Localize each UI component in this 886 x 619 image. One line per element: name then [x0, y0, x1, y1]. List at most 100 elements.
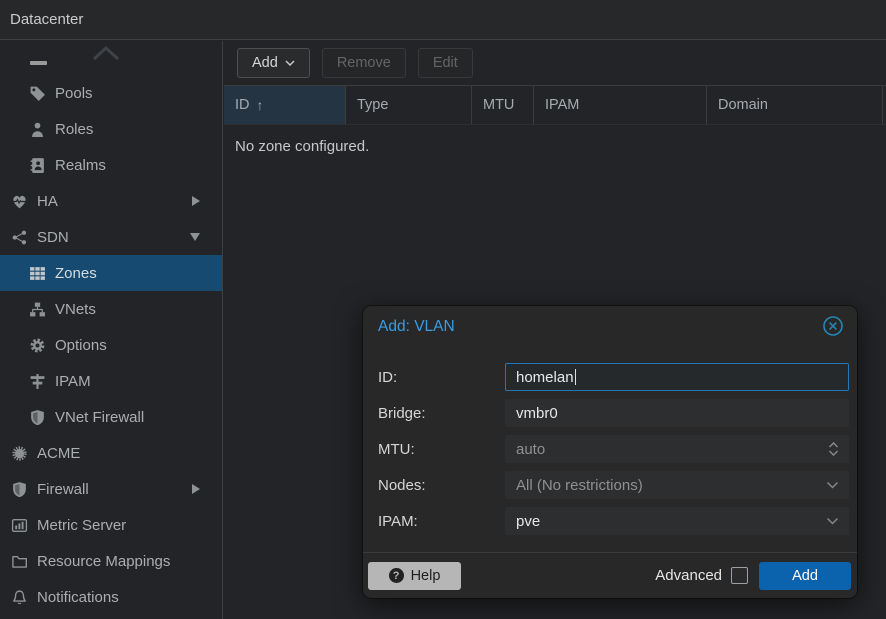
folder-icon: [10, 553, 28, 570]
remove-button[interactable]: Remove: [322, 48, 406, 78]
nodes-field-label: Nodes:: [378, 477, 505, 494]
sidebar-item-vnets[interactable]: VNets: [0, 291, 222, 327]
column-label: MTU: [483, 97, 514, 113]
sidebar-item-metric-server[interactable]: Metric Server: [0, 507, 222, 543]
user-icon: [28, 121, 46, 138]
sitemap-icon: [28, 301, 46, 318]
spinner-arrows-icon[interactable]: [828, 436, 839, 462]
chevron-up-icon: [91, 46, 121, 61]
sidebar-item-zones[interactable]: Zones: [0, 255, 222, 291]
advanced-label: Advanced: [655, 567, 722, 584]
heartbeat-icon: [10, 193, 28, 210]
gear-icon: [28, 337, 46, 354]
address-book-icon: [28, 157, 46, 174]
sidebar-item-roles[interactable]: Roles: [0, 111, 222, 147]
ipam-field-row: IPAM: pve: [378, 507, 849, 535]
sidebar-item-resource-mappings[interactable]: Resource Mappings: [0, 543, 222, 579]
nodes-select-value: All (No restrictions): [516, 477, 643, 494]
clipped-tree-item[interactable]: [0, 41, 222, 75]
shield-icon: [10, 481, 28, 498]
sidebar-item-label: VNets: [55, 301, 96, 318]
column-label: ID: [235, 97, 250, 113]
sidebar-item-label: Pools: [55, 85, 93, 102]
sidebar-item-realms[interactable]: Realms: [0, 147, 222, 183]
ipam-select-value: pve: [516, 513, 540, 530]
tag-icon: [28, 85, 46, 102]
close-icon[interactable]: [822, 315, 844, 337]
column-header-ipam[interactable]: IPAM: [534, 86, 707, 124]
mtu-field-row: MTU: auto: [378, 435, 849, 463]
sidebar-item-vnet-firewall[interactable]: VNet Firewall: [0, 399, 222, 435]
proxmox-datacenter-window: Datacenter Pools Roles Realms HA SDN: [0, 0, 886, 619]
mtu-placeholder: auto: [516, 441, 545, 458]
bridge-input[interactable]: vmbr0: [505, 399, 849, 427]
bar-chart-icon: [10, 517, 28, 534]
expand-right-icon[interactable]: [192, 484, 200, 494]
sidebar-item-label: Zones: [55, 265, 97, 282]
add-button-label: Add: [252, 55, 278, 71]
id-field-row: ID: homelan: [378, 363, 849, 391]
sidebar-item-label: HA: [37, 193, 58, 210]
ipam-select[interactable]: pve: [505, 507, 849, 535]
nodes-select[interactable]: All (No restrictions): [505, 471, 849, 499]
sidebar-item-label: Metric Server: [37, 517, 126, 534]
empty-table-message: No zone configured.: [224, 125, 886, 155]
column-header-id[interactable]: ID ↑: [224, 86, 346, 124]
sidebar-item-label: Roles: [55, 121, 93, 138]
sidebar-tree: Pools Roles Realms HA SDN Zones VNets: [0, 41, 223, 619]
sidebar-item-label: Firewall: [37, 481, 89, 498]
sidebar-item-label: Resource Mappings: [37, 553, 170, 570]
ipam-field-label: IPAM:: [378, 513, 505, 530]
grid-icon: [28, 265, 46, 282]
sidebar-item-sdn[interactable]: SDN: [0, 219, 222, 255]
sidebar-item-firewall[interactable]: Firewall: [0, 471, 222, 507]
chevron-down-icon: [285, 60, 295, 66]
bridge-field-row: Bridge: vmbr0: [378, 399, 849, 427]
top-bar: Datacenter: [0, 0, 886, 40]
column-label: Type: [357, 97, 388, 113]
nodes-field-row: Nodes: All (No restrictions): [378, 471, 849, 499]
nodes-icon: [10, 229, 28, 246]
sidebar-item-notifications[interactable]: Notifications: [0, 579, 222, 615]
sidebar-item-label: VNet Firewall: [55, 409, 144, 426]
sidebar-item-options[interactable]: Options: [0, 327, 222, 363]
edit-button-label: Edit: [433, 55, 458, 71]
id-input-value: homelan: [516, 369, 574, 386]
page-title: Datacenter: [10, 11, 83, 28]
column-header-mtu[interactable]: MTU: [472, 86, 534, 124]
mtu-field-label: MTU:: [378, 441, 505, 458]
sidebar-item-label: Notifications: [37, 589, 119, 606]
clipped-icon: [30, 61, 47, 65]
advanced-checkbox[interactable]: [731, 567, 748, 584]
add-button[interactable]: Add: [237, 48, 310, 78]
sidebar-item-label: Options: [55, 337, 107, 354]
submit-add-button[interactable]: Add: [759, 562, 851, 590]
expand-down-icon[interactable]: [190, 233, 200, 241]
chevron-down-icon[interactable]: [826, 508, 839, 534]
text-cursor: [575, 369, 577, 385]
chevron-down-icon[interactable]: [826, 472, 839, 498]
bridge-field-label: Bridge:: [378, 405, 505, 422]
help-button[interactable]: ? Help: [368, 562, 461, 590]
edit-button[interactable]: Edit: [418, 48, 473, 78]
help-button-label: Help: [411, 568, 441, 584]
sidebar-item-ha[interactable]: HA: [0, 183, 222, 219]
dialog-footer: ? Help Advanced Add: [363, 552, 857, 598]
column-header-domain[interactable]: Domain: [707, 86, 883, 124]
column-header-type[interactable]: Type: [346, 86, 472, 124]
sidebar-item-label: ACME: [37, 445, 80, 462]
id-input[interactable]: homelan: [505, 363, 849, 391]
sidebar-item-label: IPAM: [55, 373, 91, 390]
id-field-label: ID:: [378, 369, 505, 386]
sidebar-item-ipam[interactable]: IPAM: [0, 363, 222, 399]
add-vlan-dialog: Add: VLAN ID: homelan Bridge: vmbr0 MTU:…: [363, 306, 857, 598]
bell-icon: [10, 589, 28, 606]
expand-right-icon[interactable]: [192, 196, 200, 206]
question-circle-icon: ?: [389, 568, 404, 583]
mtu-spinner[interactable]: auto: [505, 435, 849, 463]
sidebar-item-pools[interactable]: Pools: [0, 75, 222, 111]
column-label: Domain: [718, 97, 768, 113]
bridge-input-value: vmbr0: [516, 405, 558, 422]
signpost-icon: [28, 373, 46, 390]
sidebar-item-acme[interactable]: ACME: [0, 435, 222, 471]
